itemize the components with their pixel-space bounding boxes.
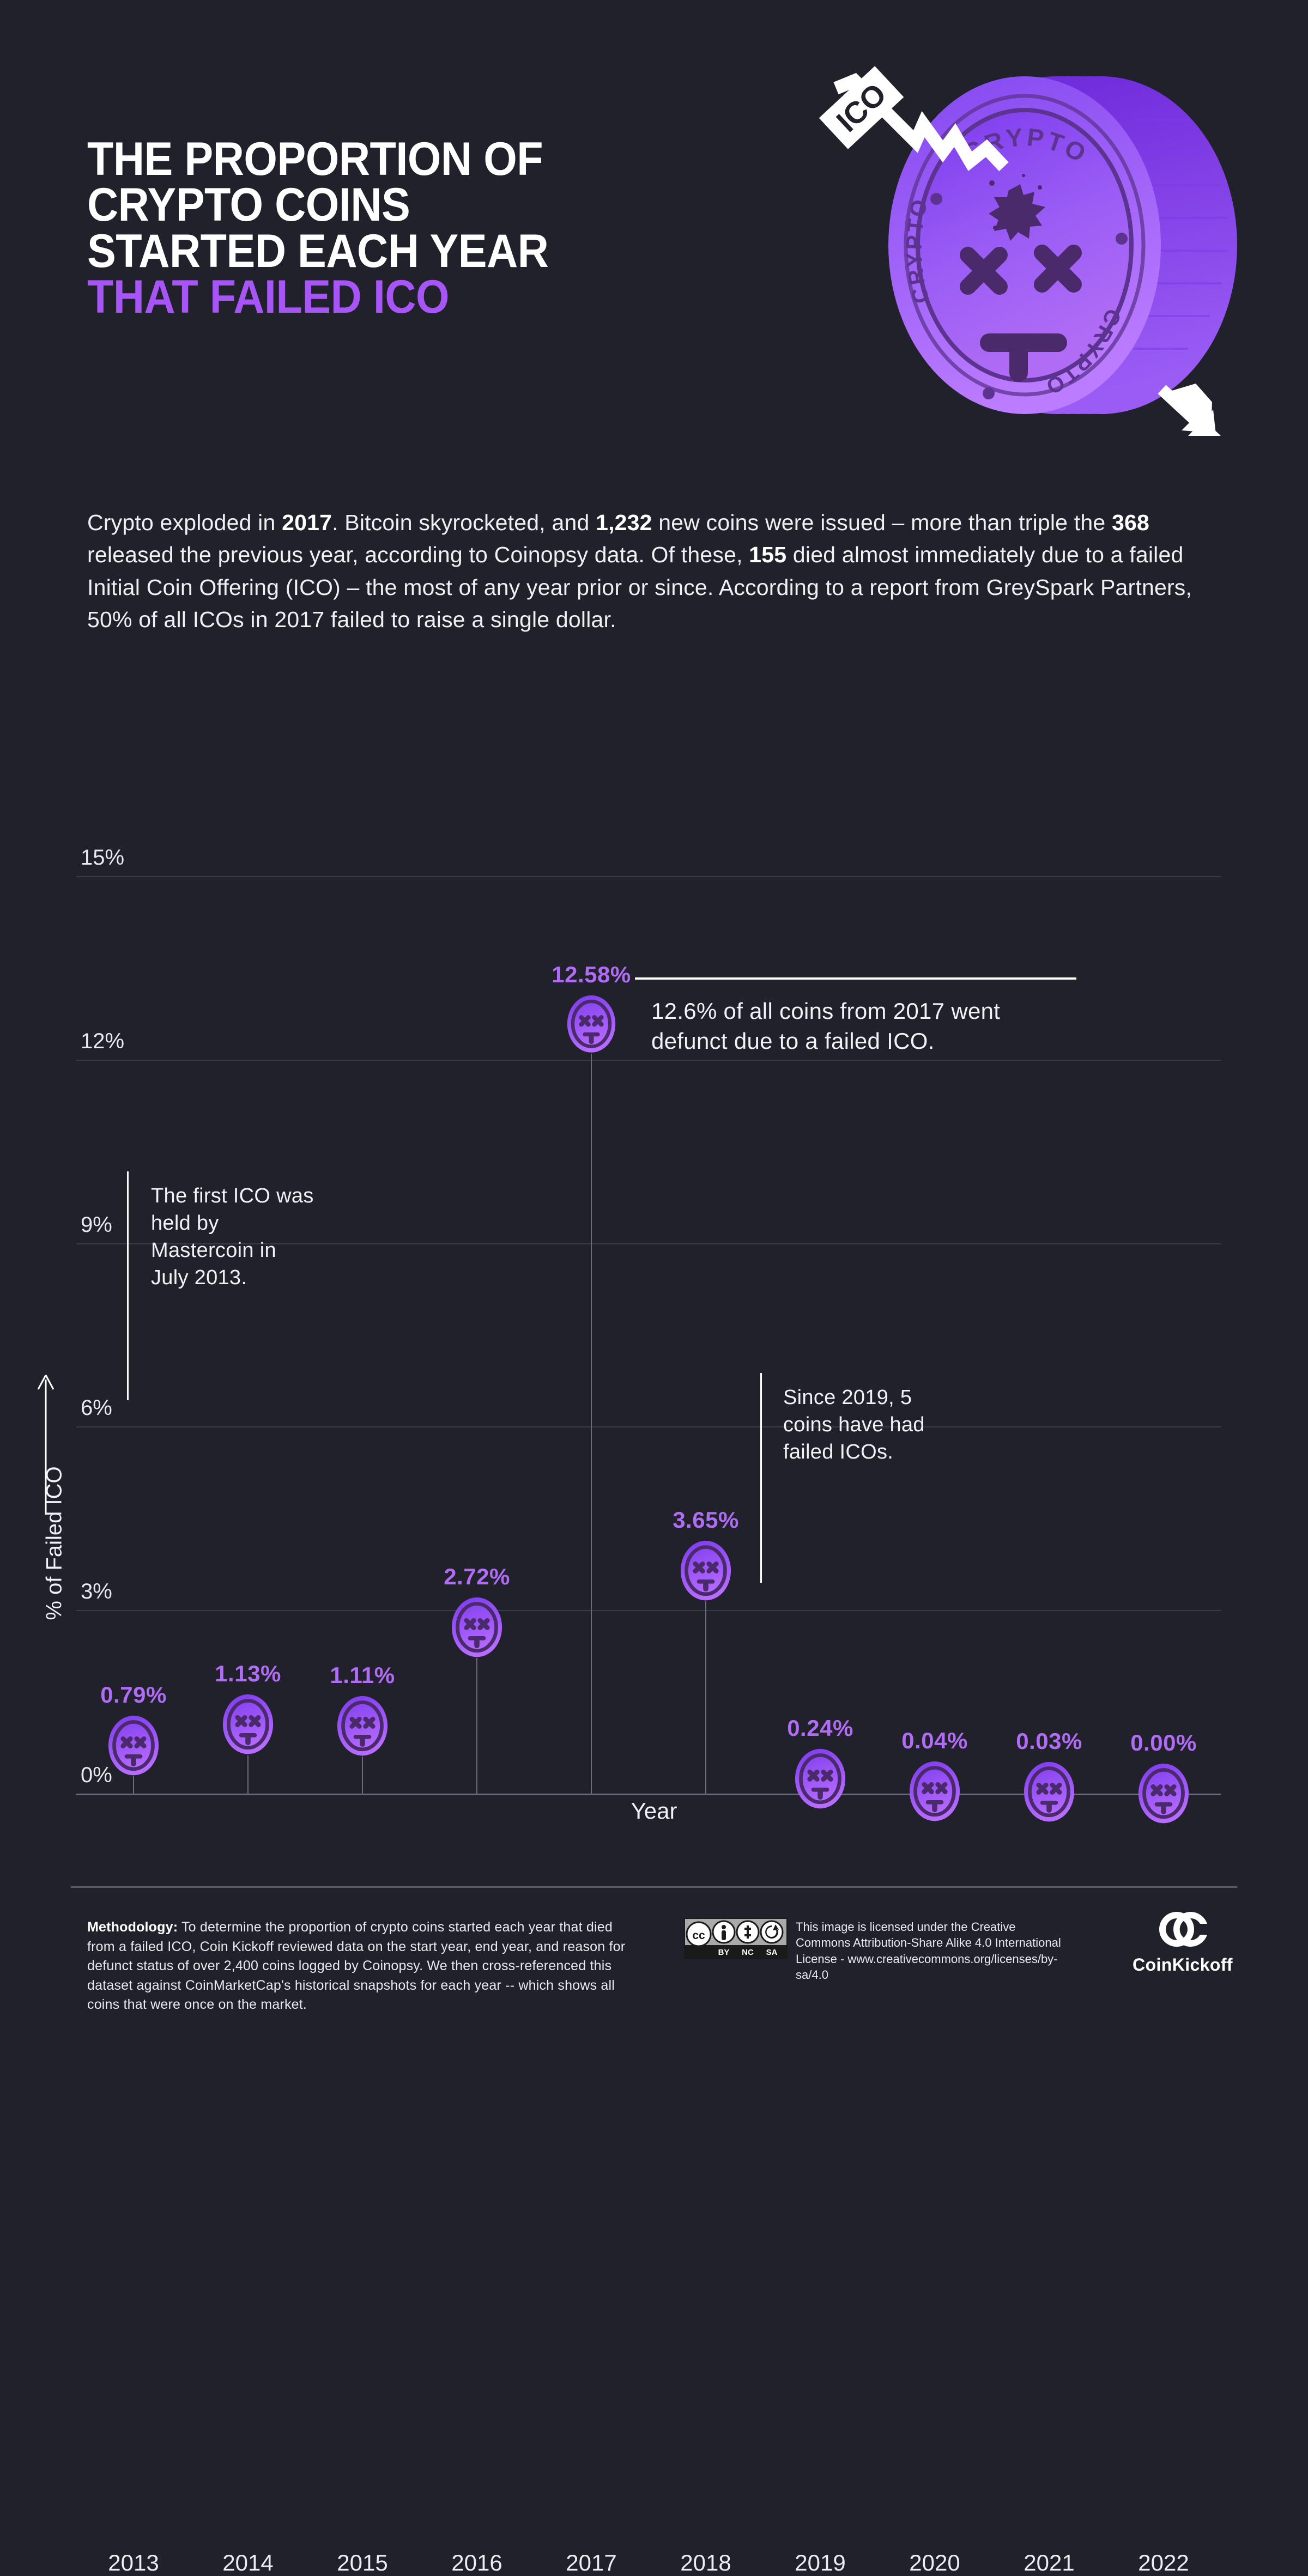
data-point-value-label: 0.79% — [100, 1681, 167, 1708]
data-point-value-label: 0.04% — [901, 1727, 968, 1753]
coin-svg: CRYPTO CRYPTO CRYPTO ICO — [819, 66, 1237, 445]
data-point-marker[interactable] — [451, 1596, 503, 1661]
y-axis-title-wrap: % of Failed ICO — [22, 1351, 66, 1743]
x-tick-label-2022: 2022 — [1138, 2550, 1189, 2575]
y-tick-label: 9% — [81, 1212, 112, 1237]
data-point-stem — [591, 1053, 592, 1794]
y-tick-label: 15% — [81, 846, 125, 870]
data-point-stem — [476, 1658, 477, 1794]
x-tick-label-2021: 2021 — [1024, 2550, 1075, 2575]
data-point-marker[interactable] — [336, 1695, 389, 1759]
badge-by-label: BY — [718, 1948, 730, 1957]
page-title: THE PROPORTION OF CRYPTO COINS STARTED E… — [87, 136, 768, 320]
data-point-value-label: 2.72% — [444, 1563, 510, 1589]
dead-coin-marker-icon — [108, 1715, 159, 1776]
data-point-value-label: 3.65% — [673, 1506, 739, 1533]
dead-coin-marker-icon — [680, 1540, 731, 1600]
title-line-2: CRYPTO COINS — [87, 179, 410, 232]
data-point-value-label: 0.00% — [1130, 1730, 1197, 1756]
data-point-marker[interactable] — [566, 994, 616, 1056]
title-line-3: STARTED EACH YEAR — [87, 224, 549, 277]
brand-name: CoinKickoff — [1133, 1955, 1233, 1974]
creative-commons-badge-icon: cc BY NC SA — [684, 1918, 788, 1959]
intro-paragraph: Crypto exploded in 2017. Bitcoin skyrock… — [87, 510, 1192, 633]
dead-coin-marker-icon — [567, 995, 616, 1053]
x-tick-label-2020: 2020 — [909, 2550, 960, 2575]
coinkickoff-mark-icon — [1159, 1912, 1207, 1947]
data-point-marker[interactable] — [222, 1693, 274, 1758]
x-tick-label-2018: 2018 — [680, 2550, 731, 2575]
svg-text:cc: cc — [692, 1929, 705, 1942]
data-point-marker[interactable] — [107, 1715, 160, 1779]
x-tick-label-2013: 2013 — [108, 2550, 159, 2575]
data-point-stem — [362, 1757, 363, 1794]
license-text: This image is licensed under the Creativ… — [796, 1920, 1061, 1982]
data-point-value-label: 0.03% — [1016, 1728, 1082, 1754]
title-line-accent: THAT FAILED ICO — [87, 270, 450, 323]
annotation-first-ico: The first ICO was held by Mastercoin in … — [151, 1184, 314, 1290]
annotation-rule-since-2019 — [760, 1373, 762, 1583]
x-tick-label-2016: 2016 — [451, 2550, 502, 2575]
data-point-stem — [705, 1601, 706, 1794]
hero-section: THE PROPORTION OF CRYPTO COINS STARTED E… — [0, 0, 1308, 469]
data-point-value-label: 1.13% — [215, 1661, 281, 1687]
x-tick-label-2017: 2017 — [566, 2550, 617, 2575]
dead-coin-marker-icon — [337, 1696, 388, 1756]
x-tick-label-2014: 2014 — [222, 2550, 274, 2575]
x-axis-title: Year — [631, 1798, 677, 1824]
annotation-peak-2017: 12.6% of all coins from 2017 went defunc… — [651, 998, 1001, 1054]
license-block: cc BY NC SA This image is licensed under… — [684, 1918, 1065, 1982]
dead-coin-marker-icon — [222, 1694, 274, 1754]
badge-sa-label: SA — [766, 1948, 778, 1957]
dead-crypto-coin-illustration: CRYPTO CRYPTO CRYPTO ICO — [807, 54, 1243, 445]
data-point-value-label: 1.11% — [330, 1662, 395, 1688]
gridline-6 — [76, 1426, 1221, 1428]
footer-divider — [71, 1886, 1237, 1888]
title-line-1: THE PROPORTION OF — [87, 133, 543, 185]
gridline-15 — [76, 876, 1221, 877]
data-point-stem — [247, 1755, 249, 1794]
chart-area: 0% 3% 6% 9% 12% 15% 0.79% 2013 1.13% 2014 — [0, 752, 1308, 2575]
methodology-label: Methodology: — [87, 1919, 178, 1935]
x-tick-label-2015: 2015 — [337, 2550, 388, 2575]
annotation-since-2019: Since 2019, 5 coins have had failed ICOs… — [783, 1386, 925, 1464]
brand-logo: CoinKickoff — [1120, 1910, 1245, 1975]
badge-nc-label: NC — [742, 1948, 754, 1957]
x-tick-label-2019: 2019 — [795, 2550, 846, 2575]
y-tick-label: 12% — [81, 1029, 125, 1053]
y-tick-label: 6% — [81, 1396, 112, 1420]
y-axis-title: % of Failed ICO — [42, 1466, 66, 1620]
data-point-value-label: 12.58% — [552, 962, 631, 988]
data-point-marker[interactable] — [680, 1540, 732, 1604]
methodology-note: Methodology: To determine the proportion… — [87, 1918, 643, 2015]
annotation-rule-peak — [635, 977, 1076, 980]
dead-coin-marker-icon — [451, 1597, 502, 1657]
y-tick-label: 3% — [81, 1579, 112, 1604]
gridline-12 — [76, 1059, 1221, 1061]
annotation-rule-first-ico — [127, 1171, 129, 1400]
data-point-value-label: 0.24% — [787, 1715, 853, 1741]
gridline-3 — [76, 1610, 1221, 1612]
